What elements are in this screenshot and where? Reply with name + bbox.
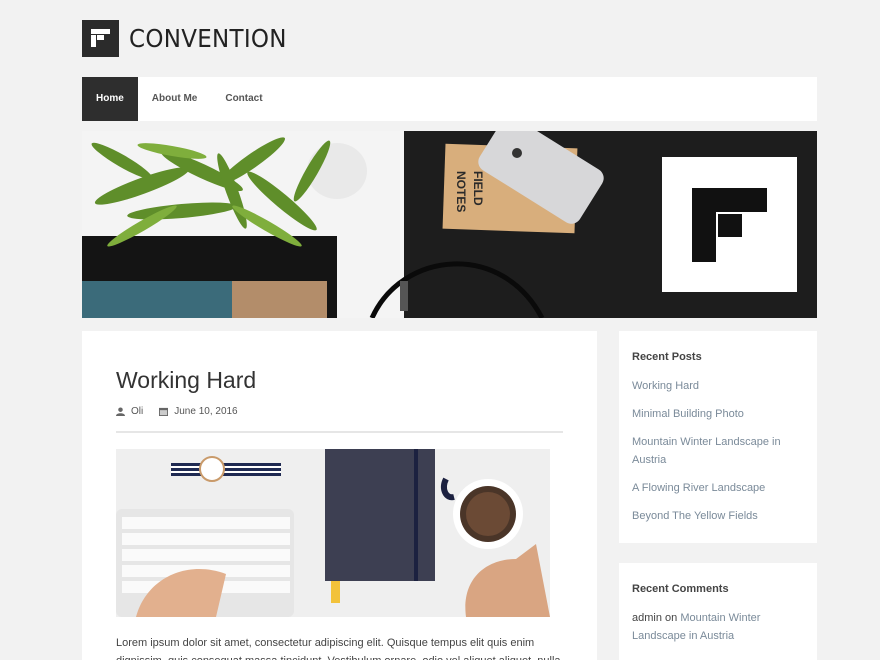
post-divider [116, 431, 563, 433]
hero-image: FIELD NOTES [82, 131, 817, 318]
user-icon [116, 407, 125, 416]
calendar-icon [159, 407, 169, 416]
site-header: CONVENTION [82, 20, 300, 57]
recent-comment-item: admin on Mountain Winter Landscape in Au… [632, 609, 804, 645]
recent-post-link[interactable]: A Flowing River Landscape [632, 482, 765, 494]
recent-post-link[interactable]: Working Hard [632, 380, 699, 392]
site-logo-icon[interactable] [82, 20, 119, 57]
hero-banner: FIELD NOTES [82, 131, 817, 318]
nav-item-about-me[interactable]: About Me [138, 77, 212, 121]
post-title[interactable]: Working Hard [116, 367, 256, 394]
site-title[interactable]: CONVENTION [129, 24, 287, 53]
post-excerpt-line: Lorem ipsum dolor sit amet, consectetur … [116, 637, 535, 649]
recent-posts-heading: Recent Posts [632, 351, 702, 363]
recent-comments-heading: Recent Comments [632, 583, 729, 595]
post-author[interactable]: Oli [131, 406, 143, 417]
post-date[interactable]: June 10, 2016 [174, 406, 237, 417]
recent-posts-list: Working Hard Minimal Building Photo Moun… [632, 377, 804, 525]
post-excerpt-line: dignissim, quis consequat massa tincidun… [116, 652, 563, 660]
nav-item-home[interactable]: Home [82, 77, 138, 121]
recent-comments-widget: Recent Comments admin on Mountain Winter… [619, 563, 817, 660]
post-card: Working Hard Oli June 10, 2016 Lorem ips… [82, 331, 597, 660]
post-meta: Oli June 10, 2016 [116, 406, 238, 417]
recent-post-link[interactable]: Mountain Winter Landscape in Austria [632, 436, 781, 466]
nav-item-contact[interactable]: Contact [211, 77, 276, 121]
recent-post-link[interactable]: Minimal Building Photo [632, 408, 744, 420]
notebook-text-field: FIELD [471, 171, 485, 206]
comment-author: admin [632, 612, 662, 624]
post-excerpt: Lorem ipsum dolor sit amet, consectetur … [116, 634, 563, 660]
recent-post-link[interactable]: Beyond The Yellow Fields [632, 510, 758, 522]
recent-posts-widget: Recent Posts Working Hard Minimal Buildi… [619, 331, 817, 543]
post-featured-image[interactable] [116, 449, 550, 617]
post-image-illustration [116, 449, 550, 617]
main-navigation: Home About Me Contact [82, 77, 817, 121]
notebook-text-notes: NOTES [454, 171, 468, 212]
comment-on-word: on [665, 612, 678, 624]
